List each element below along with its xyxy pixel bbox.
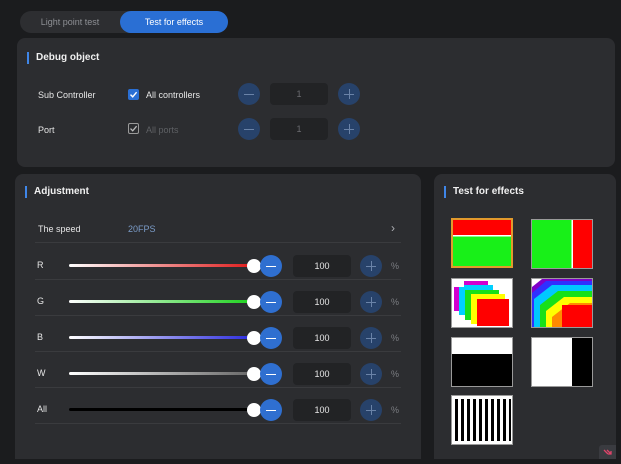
channel-decrement-button[interactable] [260, 291, 282, 313]
all-controllers-label: All controllers [146, 90, 201, 100]
debug-object-title: Debug object [27, 52, 99, 64]
channel-increment-button[interactable] [360, 255, 382, 277]
channel-slider-track[interactable] [69, 336, 249, 339]
effect-preview-icon [452, 338, 512, 386]
adjustment-panel: Adjustment The speed 20FPS › R 100% G 100% B… [15, 174, 421, 459]
port-label: Port [38, 125, 55, 135]
sub-controller-increment-button[interactable] [338, 83, 360, 105]
channel-increment-button[interactable] [360, 363, 382, 385]
chevron-right-icon[interactable]: › [391, 221, 395, 235]
channel-label: All [37, 404, 48, 414]
checkmark-icon [130, 91, 138, 98]
channel-value-field[interactable]: 100 [293, 291, 351, 313]
all-ports-checkbox[interactable] [128, 123, 139, 134]
checkmark-icon [130, 125, 138, 132]
adjustment-title: Adjustment [25, 186, 89, 198]
channel-slider-track[interactable] [69, 300, 249, 303]
logo-icon [603, 449, 612, 455]
port-value-field[interactable]: 1 [270, 118, 328, 140]
effect-preview-icon [532, 338, 592, 386]
effect-thumb-green-red-vertical[interactable] [531, 219, 593, 269]
effect-thumb-rainbow-steps[interactable] [451, 278, 513, 328]
speed-label: The speed [38, 224, 81, 234]
channel-slider-track[interactable] [69, 264, 249, 267]
effect-thumb-white-black-vertical[interactable] [531, 337, 593, 387]
percent-unit-label: % [391, 297, 400, 307]
divider [35, 387, 401, 388]
channel-slider-handle[interactable] [247, 295, 261, 309]
effect-preview-icon [452, 396, 512, 444]
effect-preview-icon [532, 279, 592, 327]
debug-object-panel: Debug object Sub Controller All controll… [17, 38, 615, 167]
tab-test-for-effects[interactable]: Test for effects [120, 11, 228, 33]
divider [35, 242, 401, 243]
all-ports-label: All ports [146, 125, 179, 135]
effect-preview-icon [532, 220, 592, 268]
effect-thumb-red-green-horizontal[interactable] [451, 218, 513, 268]
channel-decrement-button[interactable] [260, 399, 282, 421]
channel-decrement-button[interactable] [260, 363, 282, 385]
channel-slider-handle[interactable] [247, 403, 261, 417]
effect-thumb-white-black-horizontal[interactable] [451, 337, 513, 387]
percent-unit-label: % [391, 369, 400, 379]
all-controllers-checkbox[interactable] [128, 89, 139, 100]
percent-unit-label: % [391, 261, 400, 271]
port-decrement-button[interactable] [238, 118, 260, 140]
corner-app-icon[interactable] [599, 445, 616, 459]
divider [35, 351, 401, 352]
effect-thumb-black-white-stripes[interactable] [451, 395, 513, 445]
port-increment-button[interactable] [338, 118, 360, 140]
speed-value[interactable]: 20FPS [128, 224, 156, 234]
channel-value-field[interactable]: 100 [293, 255, 351, 277]
effects-panel: Test for effects [434, 174, 616, 459]
tab-light-point-test[interactable]: Light point test [20, 11, 120, 33]
channel-value-field[interactable]: 100 [293, 363, 351, 385]
channel-slider-handle[interactable] [247, 259, 261, 273]
channel-increment-button[interactable] [360, 399, 382, 421]
channel-increment-button[interactable] [360, 327, 382, 349]
channel-slider-handle[interactable] [247, 367, 261, 381]
effects-title: Test for effects [444, 186, 524, 198]
sub-controller-value-field[interactable]: 1 [270, 83, 328, 105]
percent-unit-label: % [391, 333, 400, 343]
effect-thumb-rainbow-diagonal[interactable] [531, 278, 593, 328]
effect-preview-icon [453, 220, 511, 266]
mode-tab-bar: Light point test Test for effects [20, 11, 228, 33]
percent-unit-label: % [391, 405, 400, 415]
channel-value-field[interactable]: 100 [293, 399, 351, 421]
channel-slider-track[interactable] [69, 408, 249, 411]
sub-controller-label: Sub Controller [38, 90, 96, 100]
channel-increment-button[interactable] [360, 291, 382, 313]
channel-label: R [37, 260, 44, 270]
channel-decrement-button[interactable] [260, 327, 282, 349]
channel-decrement-button[interactable] [260, 255, 282, 277]
channel-label: B [37, 332, 44, 342]
channel-label: W [37, 368, 46, 378]
divider [35, 279, 401, 280]
divider [35, 423, 401, 424]
sub-controller-decrement-button[interactable] [238, 83, 260, 105]
channel-value-field[interactable]: 100 [293, 327, 351, 349]
channel-label: G [37, 296, 45, 306]
effect-preview-icon [452, 279, 512, 327]
channel-slider-handle[interactable] [247, 331, 261, 345]
channel-slider-track[interactable] [69, 372, 249, 375]
divider [35, 315, 401, 316]
